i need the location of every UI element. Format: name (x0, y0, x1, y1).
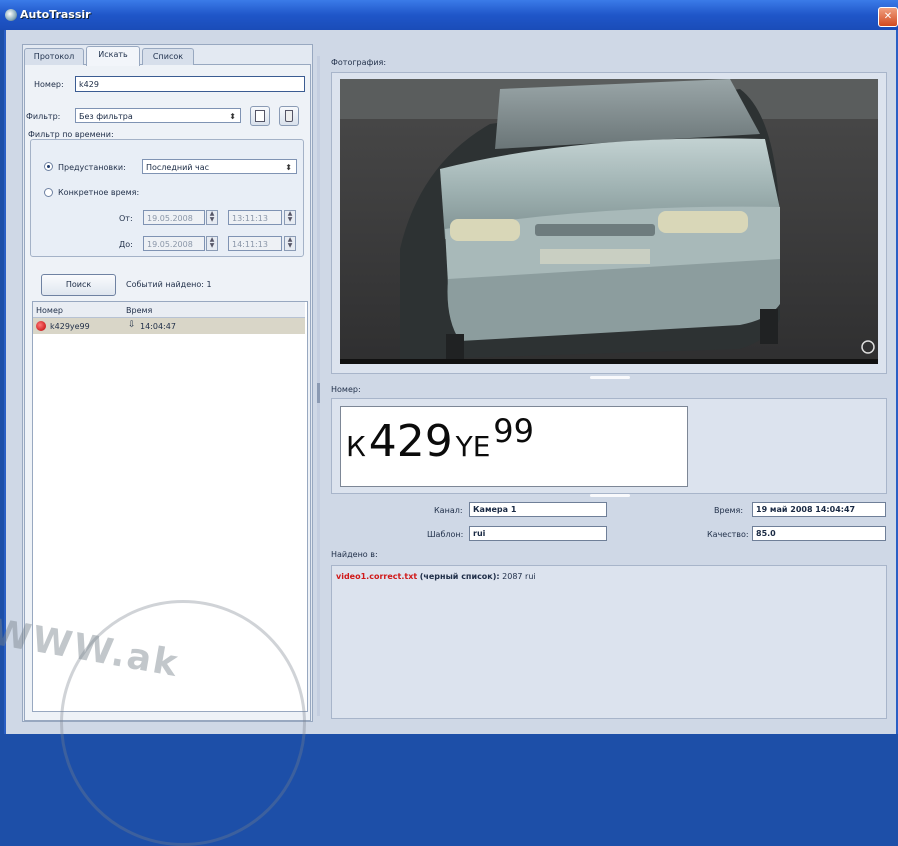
tab-protocol[interactable]: Протокол (24, 48, 84, 65)
delete-filter-button[interactable] (279, 106, 299, 126)
found-in-entry: video1.correct.txt (черный список): 2087… (336, 572, 536, 581)
template-value: rui (469, 526, 607, 541)
column-time[interactable]: Время (126, 306, 152, 315)
trash-icon (285, 110, 293, 122)
preset-label: Предустановки: (58, 163, 126, 172)
events-found-text: Событий найдено: 1 (126, 280, 212, 289)
vehicle-photo-drawing (340, 79, 878, 364)
app-icon (5, 9, 17, 21)
plate-section-label: Номер: (331, 385, 361, 394)
plate-letter: К (346, 430, 366, 463)
plate-number: К 429 YE 99 (346, 412, 534, 467)
to-date-input[interactable]: 19.05.2008 (143, 236, 205, 251)
edit-filter-button[interactable] (250, 106, 270, 126)
camera-icon: ⇩ (128, 320, 136, 330)
vehicle-photo (340, 79, 878, 364)
quality-value: 85.0 (752, 526, 886, 541)
template-label: Шаблон: (427, 530, 464, 539)
from-time-input[interactable]: 13:11:13 (228, 210, 282, 225)
number-label: Номер: (34, 80, 64, 89)
found-in-detail: 2087 rui (502, 572, 536, 581)
preset-select-value: Последний час (146, 163, 210, 172)
photo-section-label: Фотография: (331, 58, 387, 67)
search-button[interactable]: Поиск (41, 274, 116, 296)
title-bar[interactable] (0, 0, 898, 30)
to-time-spinner[interactable]: ▲ ▼ (284, 236, 296, 251)
plate-region: 99 (493, 412, 535, 450)
tab-lists[interactable]: Список (142, 48, 194, 65)
number-input[interactable]: k429 (75, 76, 305, 92)
from-label: От: (119, 214, 133, 223)
to-label: До: (119, 240, 133, 249)
blacklist-icon (36, 321, 46, 331)
found-in-box (331, 565, 887, 719)
column-number[interactable]: Номер (36, 306, 63, 315)
photo-resize-grip[interactable] (590, 376, 630, 379)
edit-icon (255, 110, 265, 122)
filter-label: Фильтр: (26, 112, 61, 121)
updown-arrows-icon: ⬍ (229, 112, 236, 121)
found-in-file[interactable]: video1.correct.txt (336, 572, 417, 581)
preset-radio[interactable] (44, 162, 53, 171)
time-label: Время: (714, 506, 744, 515)
results-header (33, 302, 305, 318)
close-icon: ✕ (883, 11, 893, 22)
filter-select-value: Без фильтра (79, 112, 133, 121)
window-title: AutoTrassir (20, 8, 91, 21)
plate-letters: YE (455, 430, 491, 463)
plate-digits: 429 (368, 416, 453, 467)
specific-time-label: Конкретное время: (58, 188, 140, 197)
updown-arrows-icon: ⬍ (285, 163, 292, 172)
from-time-spinner[interactable]: ▲ ▼ (284, 210, 296, 225)
specific-time-radio[interactable] (44, 188, 53, 197)
channel-label: Канал: (434, 506, 463, 515)
preset-select[interactable]: Последний час ⬍ (142, 159, 297, 174)
channel-value: Камера 1 (469, 502, 607, 517)
found-in-label: Найдено в: (331, 550, 378, 559)
time-value: 19 май 2008 14:04:47 (752, 502, 886, 517)
from-date-spinner[interactable]: ▲ ▼ (206, 210, 218, 225)
found-in-list: (черный список): (419, 572, 500, 581)
time-filter-title: Фильтр по времени: (28, 130, 114, 139)
plate-resize-grip[interactable] (590, 494, 630, 497)
to-time-input[interactable]: 14:11:13 (228, 236, 282, 251)
filter-select[interactable]: Без фильтра ⬍ (75, 108, 241, 123)
to-date-spinner[interactable]: ▲ ▼ (206, 236, 218, 251)
result-number: k429ye99 (50, 322, 90, 331)
splitter-grip[interactable] (317, 383, 320, 403)
result-time: 14:04:47 (140, 322, 176, 331)
from-date-input[interactable]: 19.05.2008 (143, 210, 205, 225)
tab-search[interactable]: Искать (86, 46, 140, 66)
close-button[interactable]: ✕ (878, 7, 898, 27)
quality-label: Качество: (707, 530, 749, 539)
